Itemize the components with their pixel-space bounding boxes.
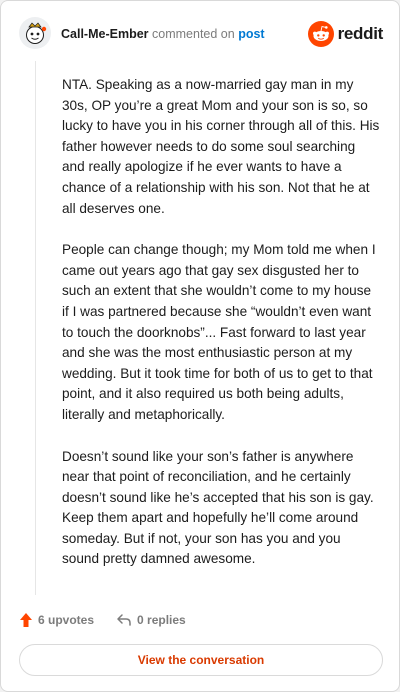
username[interactable]: Call-Me-Ember [61, 27, 149, 41]
reddit-wordmark: reddit [337, 24, 384, 43]
reddit-logo[interactable]: reddit [307, 21, 384, 47]
thread-line [35, 61, 36, 595]
commented-on-text: commented on [152, 27, 235, 41]
comment-paragraph: Doesn’t sound like your son’s father is … [62, 448, 374, 567]
replies-button[interactable]: 0 replies [116, 613, 186, 627]
post-link[interactable]: post [238, 27, 264, 41]
embedded-comment-card: Call-Me-Ember commented on post reddit N… [0, 0, 400, 692]
reddit-alien-icon [307, 21, 334, 47]
comment-paragraph: People can change though; my Mom told me… [62, 242, 376, 422]
reply-arrow-icon [117, 614, 131, 626]
upvotes-count: 6 upvotes [38, 613, 95, 627]
upvote-button[interactable]: 6 upvotes [19, 612, 94, 628]
upvote-arrow-icon [20, 613, 32, 627]
comment-footer: 6 upvotes 0 replies [19, 611, 186, 629]
comment-header: Call-Me-Ember commented on post reddit [19, 17, 383, 51]
view-conversation-button[interactable]: View the conversation [19, 644, 383, 676]
comment-body: NTA. Speaking as a now-married gay man i… [62, 75, 380, 591]
replies-count: 0 replies [137, 613, 186, 627]
avatar[interactable] [19, 17, 51, 49]
comment-paragraph: NTA. Speaking as a now-married gay man i… [62, 77, 380, 216]
comment-byline: Call-Me-Ember commented on post [61, 26, 265, 42]
